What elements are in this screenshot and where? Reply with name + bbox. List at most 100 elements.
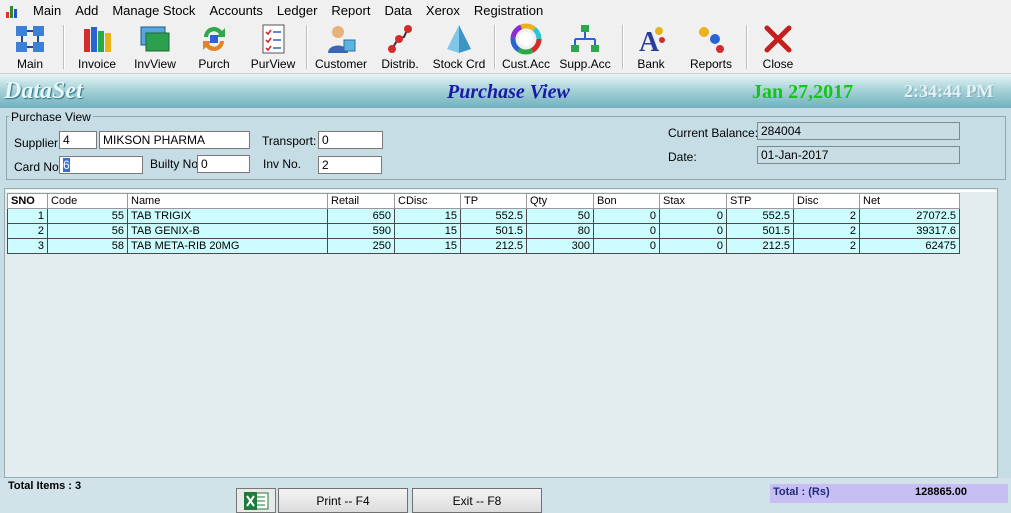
brand-label: DataSet <box>4 78 83 104</box>
menu-report[interactable]: Report <box>324 0 377 21</box>
menu-main[interactable]: Main <box>26 0 68 21</box>
toolbar-separator <box>306 25 308 69</box>
toolbar-stockcrd-button[interactable]: Stock Crd <box>430 21 488 73</box>
cell-cdisc[interactable]: 15 <box>394 208 461 224</box>
toolbar-close-button[interactable]: Close <box>756 21 800 73</box>
items-grid[interactable]: SNO Code Name Retail CDisc TP Qty Bon St… <box>7 193 960 254</box>
cell-tp[interactable]: 552.5 <box>460 208 527 224</box>
cell-retail[interactable]: 250 <box>327 238 395 254</box>
menu-data[interactable]: Data <box>377 0 418 21</box>
toolbar-distrib-button[interactable]: Distrib. <box>378 21 422 73</box>
toolbar-customer-button[interactable]: Customer <box>312 21 370 73</box>
cell-stp[interactable]: 501.5 <box>726 223 794 239</box>
col-header-cdisc[interactable]: CDisc <box>394 193 461 209</box>
col-header-sno[interactable]: SNO <box>7 193 48 209</box>
col-header-qty[interactable]: Qty <box>526 193 594 209</box>
excel-icon <box>244 491 269 510</box>
cell-bon[interactable]: 0 <box>593 208 660 224</box>
col-header-code[interactable]: Code <box>47 193 128 209</box>
cell-name[interactable]: TAB TRIGIX <box>127 208 328 224</box>
cell-tp[interactable]: 501.5 <box>460 223 527 239</box>
transport-field[interactable]: 0 <box>318 131 383 149</box>
cell-cdisc[interactable]: 15 <box>394 238 461 254</box>
col-header-stax[interactable]: Stax <box>659 193 727 209</box>
total-label: Total : (Rs) <box>773 486 830 498</box>
menu-manage-stock[interactable]: Manage Stock <box>105 0 202 21</box>
cell-sno[interactable]: 3 <box>7 238 48 254</box>
cell-bon[interactable]: 0 <box>593 223 660 239</box>
cell-sno[interactable]: 2 <box>7 223 48 239</box>
toolbar-invview-button[interactable]: InvView <box>130 21 180 73</box>
cell-net[interactable]: 62475 <box>859 238 960 254</box>
table-row[interactable]: 2 56 TAB GENIX-B 590 15 501.5 80 0 0 501… <box>7 223 960 239</box>
cell-retail[interactable]: 590 <box>327 223 395 239</box>
cell-stax[interactable]: 0 <box>659 223 727 239</box>
title-banner: DataSet Purchase View Jan 27,2017 2:34:4… <box>0 74 1011 108</box>
inv-no-field[interactable]: 2 <box>318 156 382 174</box>
cell-retail[interactable]: 650 <box>327 208 395 224</box>
table-row[interactable]: 1 55 TAB TRIGIX 650 15 552.5 50 0 0 552.… <box>7 208 960 224</box>
customer-person-icon <box>328 26 356 53</box>
col-header-stp[interactable]: STP <box>726 193 794 209</box>
toolbar-reports-button[interactable]: Reports <box>688 21 734 73</box>
cell-code[interactable]: 56 <box>47 223 128 239</box>
col-header-tp[interactable]: TP <box>460 193 527 209</box>
date-label: Date: <box>668 150 697 164</box>
toolbar-purview-button[interactable]: PurView <box>246 21 300 73</box>
col-header-net[interactable]: Net <box>859 193 960 209</box>
books-icon <box>84 27 111 52</box>
cell-tp[interactable]: 212.5 <box>460 238 527 254</box>
cell-qty[interactable]: 80 <box>526 223 594 239</box>
cell-stax[interactable]: 0 <box>659 238 727 254</box>
exit-button[interactable]: Exit -- F8 <box>412 488 542 513</box>
builty-no-field[interactable]: 0 <box>197 155 250 173</box>
builty-no-label: Builty No. <box>150 157 202 171</box>
toolbar-invoice-button[interactable]: Invoice <box>72 21 122 73</box>
supplier-code-field[interactable]: 4 <box>59 131 97 149</box>
cell-name[interactable]: TAB META-RIB 20MG <box>127 238 328 254</box>
card-no-value: 6 <box>63 158 70 172</box>
col-header-disc[interactable]: Disc <box>793 193 860 209</box>
supplier-name-field[interactable]: MIKSON PHARMA <box>99 131 250 149</box>
cell-code[interactable]: 55 <box>47 208 128 224</box>
transport-label: Transport: <box>262 134 317 148</box>
cell-stp[interactable]: 552.5 <box>726 208 794 224</box>
cell-qty[interactable]: 300 <box>526 238 594 254</box>
toolbar-custacc-button[interactable]: Cust.Acc <box>500 21 552 73</box>
toolbar-purch-button[interactable]: Purch <box>190 21 238 73</box>
current-time: 2:34:44 PM <box>904 81 994 101</box>
menu-ledger[interactable]: Ledger <box>270 0 324 21</box>
menu-registration[interactable]: Registration <box>467 0 550 21</box>
checklist-icon <box>262 24 285 54</box>
cell-bon[interactable]: 0 <box>593 238 660 254</box>
toolbar-suppacc-button[interactable]: Supp.Acc <box>557 21 613 73</box>
toolbar-main-button[interactable]: Main <box>8 21 52 73</box>
col-header-retail[interactable]: Retail <box>327 193 395 209</box>
menu-xerox[interactable]: Xerox <box>419 0 467 21</box>
cell-code[interactable]: 58 <box>47 238 128 254</box>
menu-accounts[interactable]: Accounts <box>202 0 269 21</box>
cell-cdisc[interactable]: 15 <box>394 223 461 239</box>
toolbar-separator <box>494 25 496 69</box>
cell-net[interactable]: 39317.6 <box>859 223 960 239</box>
cell-name[interactable]: TAB GENIX-B <box>127 223 328 239</box>
page-title: Purchase View <box>447 81 570 103</box>
cell-disc[interactable]: 2 <box>793 238 860 254</box>
col-header-bon[interactable]: Bon <box>593 193 660 209</box>
table-row[interactable]: 3 58 TAB META-RIB 20MG 250 15 212.5 300 … <box>7 238 960 254</box>
network-grid-icon <box>16 26 44 52</box>
cell-disc[interactable]: 2 <box>793 208 860 224</box>
cell-sno[interactable]: 1 <box>7 208 48 224</box>
menu-add[interactable]: Add <box>68 0 105 21</box>
print-button[interactable]: Print -- F4 <box>278 488 408 513</box>
cell-net[interactable]: 27072.5 <box>859 208 960 224</box>
cell-stp[interactable]: 212.5 <box>726 238 794 254</box>
cell-qty[interactable]: 50 <box>526 208 594 224</box>
toolbar-bank-button[interactable]: A Bank <box>630 21 672 73</box>
col-header-name[interactable]: Name <box>127 193 328 209</box>
export-excel-button[interactable] <box>236 488 276 513</box>
menu-bar: Main Add Manage Stock Accounts Ledger Re… <box>0 0 1011 21</box>
cell-stax[interactable]: 0 <box>659 208 727 224</box>
cell-disc[interactable]: 2 <box>793 223 860 239</box>
card-no-field[interactable]: 6 <box>59 156 143 174</box>
